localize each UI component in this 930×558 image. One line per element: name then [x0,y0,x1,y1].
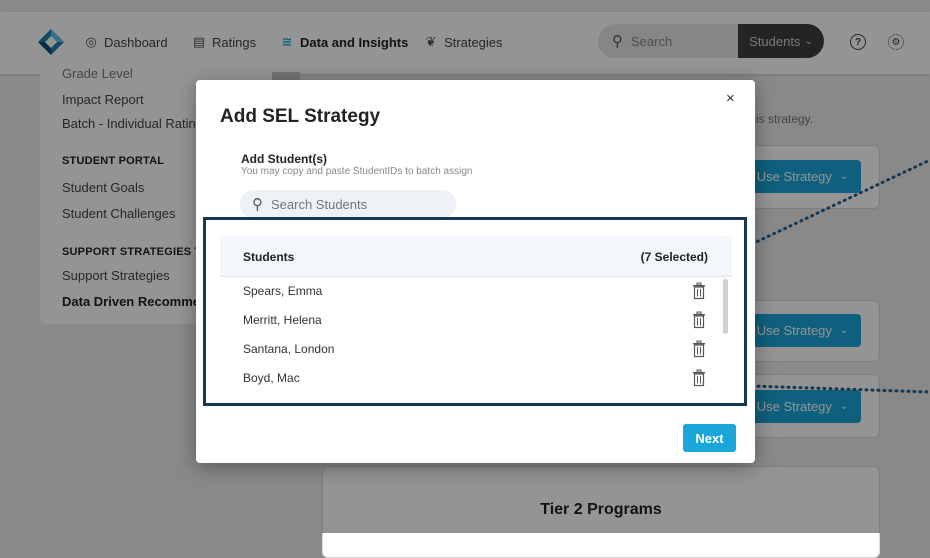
add-sel-strategy-modal: Add SEL Strategy × Add Student(s) You ma… [196,80,755,463]
add-students-label: Add Student(s) [241,152,327,166]
students-list-highlight [203,217,747,406]
close-icon[interactable]: × [726,90,735,107]
search-students-input[interactable] [269,195,443,213]
modal-title: Add SEL Strategy [220,106,381,127]
search-icon: ⚲ [252,196,263,213]
search-students-field[interactable]: ⚲ [240,190,456,218]
add-students-hint: You may copy and paste StudentIDs to bat… [241,166,473,177]
next-button[interactable]: Next [683,424,736,452]
